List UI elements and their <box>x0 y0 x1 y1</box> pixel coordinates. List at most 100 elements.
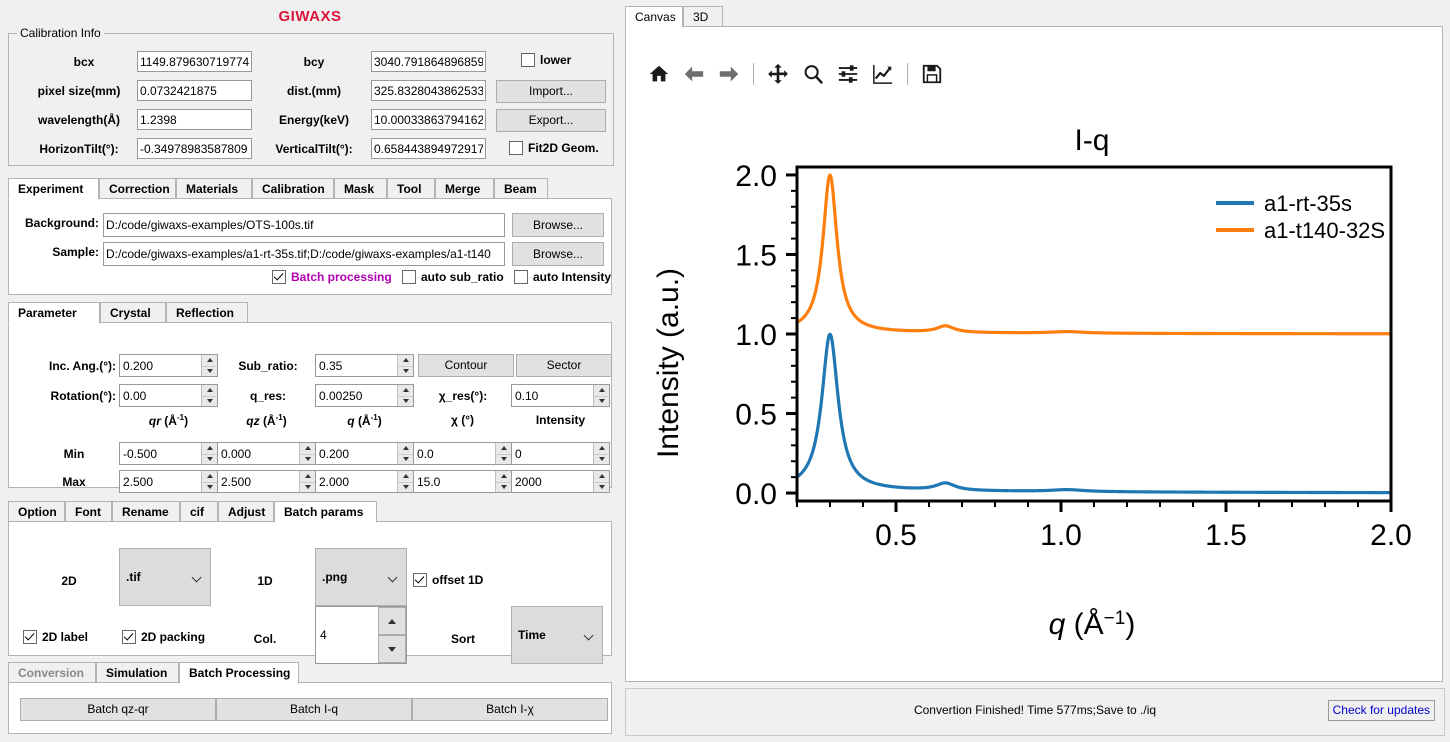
tab-reflection[interactable]: Reflection <box>166 302 248 323</box>
batch-processing-checkbox[interactable]: Batch processing <box>272 270 392 284</box>
spin-down-icon[interactable] <box>398 396 413 407</box>
zoom-magnifier-icon[interactable] <box>802 63 824 85</box>
contour-button[interactable]: Contour <box>418 354 514 377</box>
fit2d-geom-checkbox[interactable]: Fit2D Geom. <box>509 141 599 155</box>
spin-down-icon[interactable] <box>398 366 413 377</box>
spin-down-icon[interactable] <box>202 396 217 407</box>
tab-rename[interactable]: Rename <box>112 501 180 522</box>
tab-materials[interactable]: Materials <box>176 178 252 199</box>
sub-ratio-spin-arrows[interactable] <box>397 355 413 376</box>
tab-batch-params[interactable]: Batch params <box>274 501 377 523</box>
chi-res-spinner[interactable] <box>511 384 610 407</box>
tab-font[interactable]: Font <box>65 501 112 522</box>
tab-tool[interactable]: Tool <box>387 178 435 199</box>
auto-intensity-checkbox[interactable]: auto Intensity <box>514 270 611 284</box>
inc-ang-spin-arrows[interactable] <box>201 355 217 376</box>
intensity-min-spinner[interactable] <box>511 442 610 465</box>
rotation-spinner[interactable] <box>119 384 218 407</box>
batch-i-chi-button[interactable]: Batch I-χ <box>412 698 608 721</box>
chevron-down-icon[interactable] <box>193 574 202 580</box>
axis-curve-icon[interactable] <box>872 63 894 85</box>
qr-max-spinner[interactable] <box>119 470 218 493</box>
check-for-updates-button[interactable]: Check for updates <box>1327 700 1435 721</box>
rotation-input[interactable] <box>120 385 202 406</box>
offset-1d-checkbox-box[interactable] <box>413 573 427 587</box>
sample-path-input[interactable] <box>103 242 505 266</box>
spin-down-icon[interactable] <box>202 482 217 493</box>
qz-min-spin-arrows[interactable] <box>299 443 315 464</box>
tab-canvas[interactable]: Canvas <box>625 6 683 28</box>
qz-max-spin-arrows[interactable] <box>299 471 315 492</box>
qr-min-spinner[interactable] <box>119 442 218 465</box>
spin-down-icon[interactable] <box>594 482 609 493</box>
q-max-input[interactable] <box>316 471 398 492</box>
q-res-spin-arrows[interactable] <box>397 385 413 406</box>
qz-max-input[interactable] <box>218 471 300 492</box>
tab-crystal[interactable]: Crystal <box>100 302 166 323</box>
lower-checkbox-box[interactable] <box>521 53 535 67</box>
2d-label-checkbox-box[interactable] <box>23 630 37 644</box>
save-disk-icon[interactable] <box>921 63 943 85</box>
chi-res-spin-arrows[interactable] <box>593 385 609 406</box>
export-button[interactable]: Export... <box>496 109 606 132</box>
spin-up-icon[interactable] <box>378 607 406 635</box>
format-1d-combo[interactable]: .png <box>315 548 407 606</box>
sub-ratio-input[interactable] <box>316 355 398 376</box>
auto-sub-ratio-checkbox[interactable]: auto sub_ratio <box>402 270 504 284</box>
qr-min-input[interactable] <box>120 443 202 464</box>
tab-merge[interactable]: Merge <box>435 178 494 199</box>
tab-correction[interactable]: Correction <box>99 178 176 199</box>
configure-subplots-icon[interactable] <box>837 63 859 85</box>
tab-parameter[interactable]: Parameter <box>8 302 100 324</box>
spin-down-icon[interactable] <box>594 396 609 407</box>
spin-down-icon[interactable] <box>496 454 511 465</box>
sub-ratio-spinner[interactable] <box>315 354 414 377</box>
distance-input[interactable] <box>371 80 486 101</box>
intensity-max-input[interactable] <box>512 471 594 492</box>
horizon-tilt-input[interactable] <box>137 138 252 159</box>
col-input[interactable] <box>316 607 377 663</box>
tab-batch-processing[interactable]: Batch Processing <box>179 662 299 684</box>
tab-3d[interactable]: 3D <box>683 6 723 27</box>
2d-label-checkbox[interactable]: 2D label <box>23 630 88 644</box>
tab-simulation[interactable]: Simulation <box>96 662 179 683</box>
qz-min-spinner[interactable] <box>217 442 316 465</box>
import-button[interactable]: Import... <box>496 80 606 103</box>
q-max-spinner[interactable] <box>315 470 414 493</box>
tab-conversion[interactable]: Conversion <box>8 662 96 683</box>
pixel-size-input[interactable] <box>137 80 252 101</box>
vertical-tilt-input[interactable] <box>371 138 486 159</box>
tab-calibration[interactable]: Calibration <box>252 178 334 199</box>
bcy-input[interactable] <box>371 51 486 72</box>
batch-i-q-button[interactable]: Batch I-q <box>216 698 412 721</box>
chi-min-input[interactable] <box>414 443 496 464</box>
chi-min-spin-arrows[interactable] <box>495 443 511 464</box>
home-icon[interactable] <box>648 63 670 85</box>
2d-packing-checkbox[interactable]: 2D packing <box>122 630 205 644</box>
back-arrow-icon[interactable] <box>683 63 705 85</box>
col-spin-arrows[interactable] <box>378 607 406 663</box>
tab-beam[interactable]: Beam <box>494 178 548 199</box>
intensity-min-spin-arrows[interactable] <box>593 443 609 464</box>
forward-arrow-icon[interactable] <box>718 63 740 85</box>
qz-min-input[interactable] <box>218 443 300 464</box>
2d-packing-checkbox-box[interactable] <box>122 630 136 644</box>
lower-checkbox[interactable]: lower <box>521 53 571 67</box>
batch-qz-qr-button[interactable]: Batch qz-qr <box>20 698 216 721</box>
background-browse-button[interactable]: Browse... <box>512 213 604 237</box>
spin-down-icon[interactable] <box>300 482 315 493</box>
tab-adjust[interactable]: Adjust <box>218 501 274 522</box>
intensity-min-input[interactable] <box>512 443 594 464</box>
q-res-input[interactable] <box>316 385 398 406</box>
tab-cif[interactable]: cif <box>180 501 218 522</box>
rotation-spin-arrows[interactable] <box>201 385 217 406</box>
batch-processing-checkbox-box[interactable] <box>272 270 286 284</box>
q-max-spin-arrows[interactable] <box>397 471 413 492</box>
energy-input[interactable] <box>371 109 486 130</box>
spin-down-icon[interactable] <box>398 482 413 493</box>
fit2d-geom-checkbox-box[interactable] <box>509 141 523 155</box>
auto-sub-ratio-checkbox-box[interactable] <box>402 270 416 284</box>
spin-down-icon[interactable] <box>496 482 511 493</box>
intensity-max-spinner[interactable] <box>511 470 610 493</box>
sample-browse-button[interactable]: Browse... <box>512 242 604 266</box>
